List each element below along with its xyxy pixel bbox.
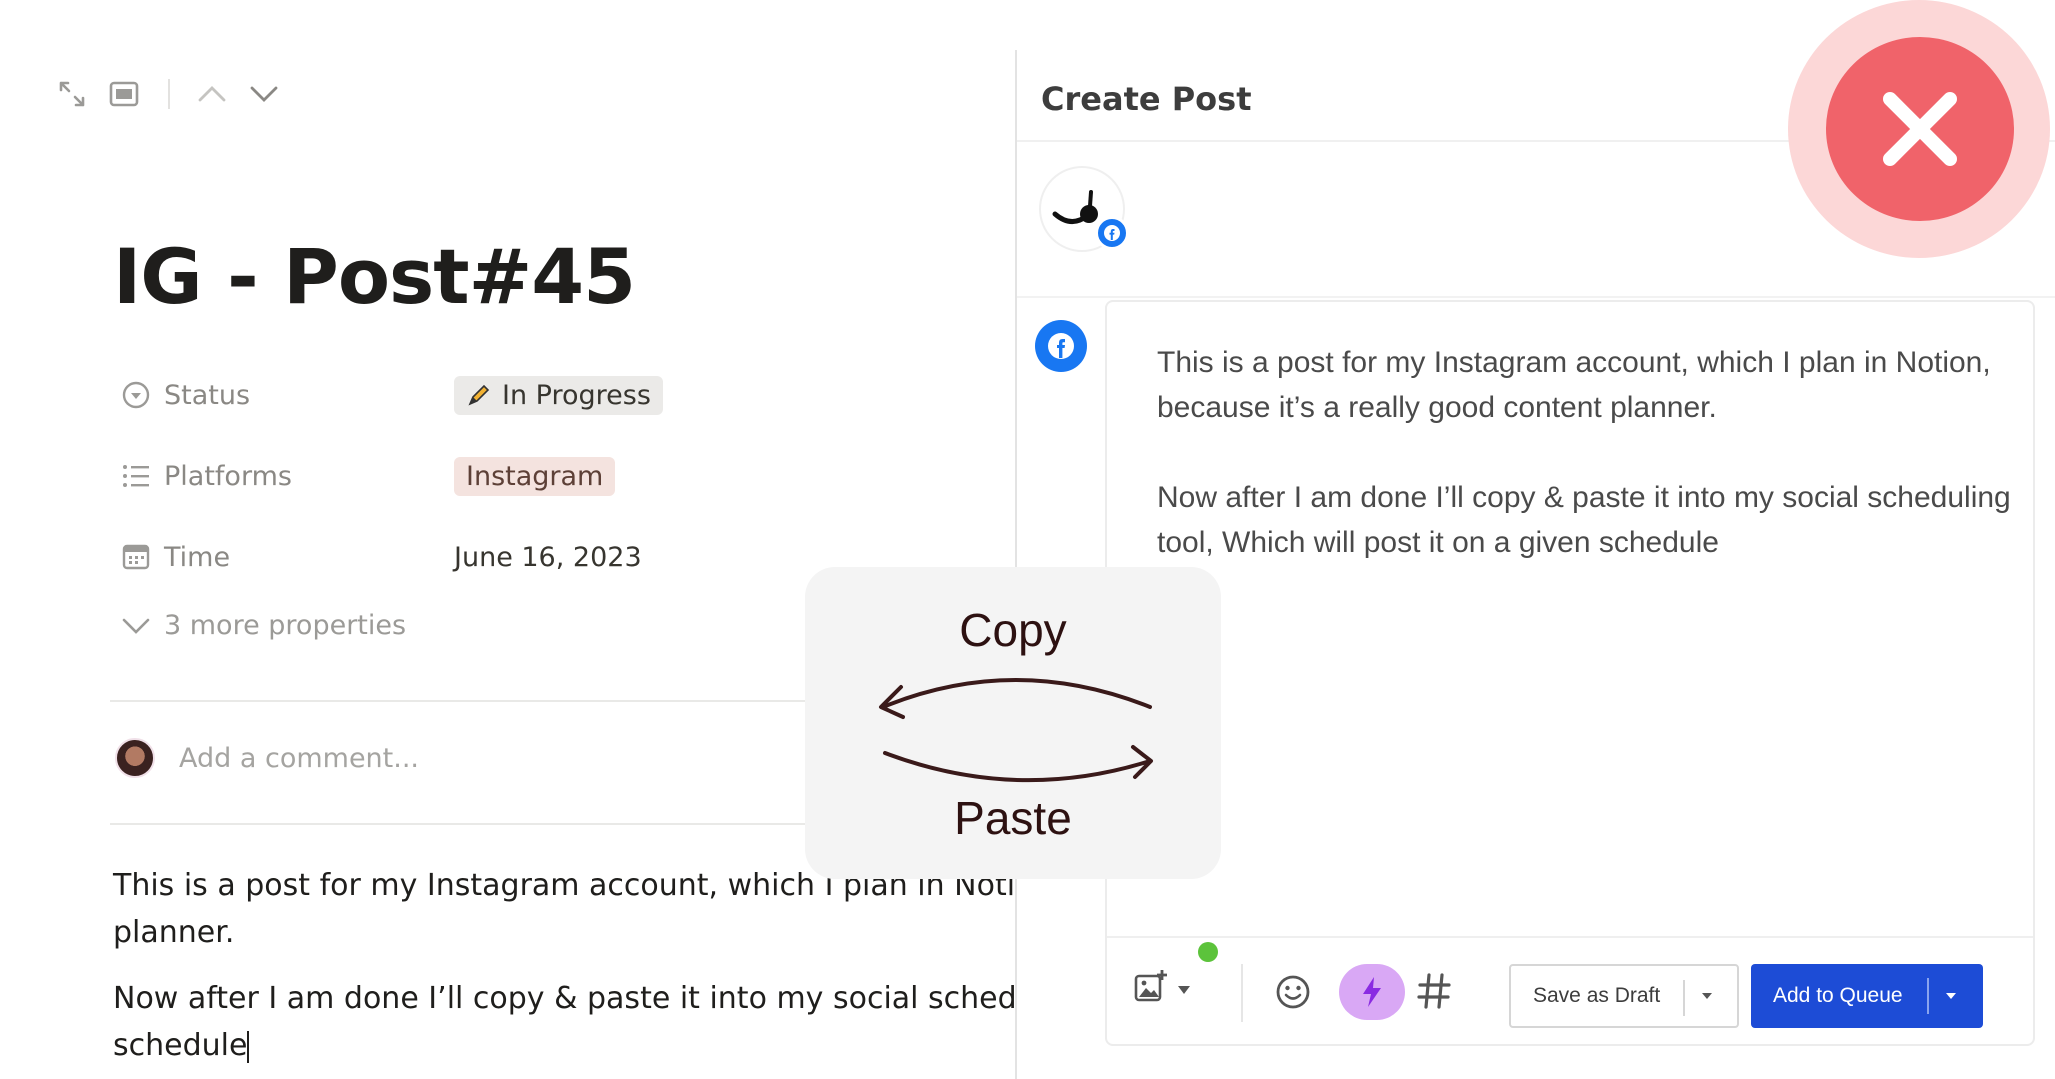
page-body-line[interactable]: Now after I am done I’ll copy & paste it…: [113, 975, 1015, 1022]
add-to-queue-button[interactable]: Add to Queue: [1751, 964, 1983, 1028]
image-add-icon[interactable]: [1131, 966, 1171, 1006]
toolbar-separator: [1241, 964, 1243, 1022]
status-value: In Progress: [502, 379, 651, 411]
property-platforms[interactable]: Platforms Instagram: [118, 451, 678, 501]
pencil-icon: [466, 382, 492, 408]
chevron-down-icon: [118, 617, 154, 635]
property-time[interactable]: Time June 16, 2023: [118, 532, 678, 582]
post-editor[interactable]: This is a post for my Instagram account,…: [1105, 300, 2035, 1046]
property-name: Platforms: [164, 460, 292, 492]
page-title[interactable]: IG - Post#45: [113, 232, 636, 321]
lightning-icon[interactable]: [1339, 964, 1405, 1020]
close-icon: [1883, 92, 1957, 166]
toolbar-separator: [168, 79, 170, 109]
button-separator: [1683, 980, 1685, 1016]
status-dot: [1197, 941, 1219, 963]
notion-toolbar: [52, 74, 296, 114]
comment-box[interactable]: Add a comment...: [115, 738, 419, 778]
list-icon: [118, 458, 154, 494]
time-value[interactable]: June 16, 2023: [454, 542, 642, 573]
peek-mode-icon[interactable]: [104, 74, 144, 114]
comment-input[interactable]: Add a comment...: [179, 743, 419, 774]
caret-down-icon[interactable]: [1171, 980, 1197, 1000]
chevron-up-icon[interactable]: [192, 74, 232, 114]
post-paragraph: Now after I am done I’ll copy & paste it…: [1157, 481, 2011, 559]
text-cursor: [247, 1030, 250, 1063]
page-body-text: schedule: [113, 1028, 248, 1063]
status-badge[interactable]: In Progress: [454, 375, 663, 415]
notion-page: IG - Post#45 Status In Progress Platform…: [0, 0, 1015, 1079]
panel-title: Create Post: [1041, 80, 1252, 118]
more-properties-label: 3 more properties: [164, 610, 407, 641]
save-draft-button[interactable]: Save as Draft: [1509, 964, 1739, 1028]
property-name: Status: [164, 379, 251, 411]
save-draft-label: Save as Draft: [1533, 984, 1661, 1007]
platform-tag[interactable]: Instagram: [454, 456, 616, 496]
page-body-line[interactable]: schedule: [113, 1022, 1015, 1069]
page-body-line[interactable]: planner.: [113, 909, 1015, 956]
property-status[interactable]: Status In Progress: [118, 370, 678, 420]
paste-label: Paste: [954, 792, 1072, 844]
facebook-icon: [1035, 320, 1087, 372]
calendar-icon: [118, 539, 154, 575]
copy-paste-illustration: Copy Paste: [805, 567, 1221, 879]
caret-down-icon[interactable]: [1931, 966, 1971, 1026]
expand-icon[interactable]: [52, 74, 92, 114]
chevron-down-icon[interactable]: [244, 74, 284, 114]
post-text[interactable]: This is a post for my Instagram account,…: [1157, 340, 2027, 610]
divider: [1017, 296, 2055, 298]
facebook-icon: [1095, 216, 1129, 250]
property-name: Time: [164, 541, 231, 573]
avatar: [115, 738, 155, 778]
more-properties-toggle[interactable]: 3 more properties: [118, 610, 406, 641]
add-to-queue-label: Add to Queue: [1773, 984, 1903, 1007]
caret-down-icon[interactable]: [1687, 966, 1727, 1026]
emoji-icon[interactable]: [1273, 972, 1313, 1012]
post-paragraph: This is a post for my Instagram account,…: [1157, 346, 1991, 424]
editor-toolbar: Save as Draft Add to Queue: [1107, 938, 2033, 1046]
button-separator: [1927, 978, 1929, 1014]
status-icon: [118, 377, 154, 413]
close-button[interactable]: [1826, 37, 2014, 221]
hashtag-icon[interactable]: [1413, 970, 1455, 1012]
channel-avatar[interactable]: [1039, 166, 1129, 252]
